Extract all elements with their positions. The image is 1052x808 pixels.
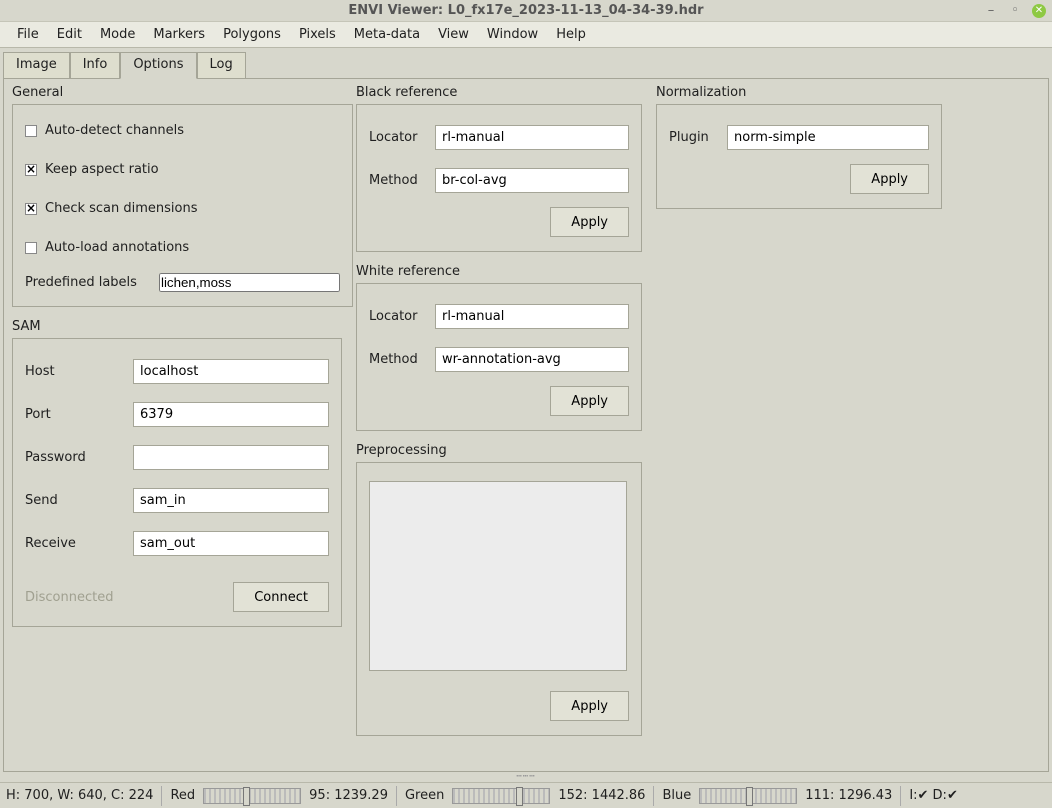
titlebar: ENVI Viewer: L0_fx17e_2023-11-13_04-34-3… bbox=[0, 0, 1052, 21]
menu-file[interactable]: File bbox=[8, 24, 48, 45]
menu-view[interactable]: View bbox=[429, 24, 478, 45]
sam-group: Host Port Password Send Receive Disconne… bbox=[12, 338, 342, 627]
password-label: Password bbox=[25, 450, 133, 465]
predefined-labels-input[interactable] bbox=[159, 273, 340, 292]
window-title: ENVI Viewer: L0_fx17e_2023-11-13_04-34-3… bbox=[348, 3, 703, 18]
status-red-label: Red bbox=[170, 788, 195, 803]
black-ref-group: Locator Method Apply bbox=[356, 104, 642, 252]
menu-help[interactable]: Help bbox=[547, 24, 595, 45]
sam-title: SAM bbox=[12, 319, 342, 334]
status-blue-label: Blue bbox=[662, 788, 691, 803]
preproc-title: Preprocessing bbox=[356, 443, 642, 458]
receive-label: Receive bbox=[25, 536, 133, 551]
black-locator-label: Locator bbox=[369, 130, 435, 145]
black-ref-title: Black reference bbox=[356, 85, 642, 100]
menu-mode[interactable]: Mode bbox=[91, 24, 144, 45]
checkbox-label: Auto-detect channels bbox=[45, 123, 184, 138]
menu-window[interactable]: Window bbox=[478, 24, 547, 45]
menu-edit[interactable]: Edit bbox=[48, 24, 91, 45]
tabbar: Image Info Options Log bbox=[3, 51, 1049, 78]
norm-title: Normalization bbox=[656, 85, 942, 100]
general-title: General bbox=[12, 85, 342, 100]
menu-pixels[interactable]: Pixels bbox=[290, 24, 345, 45]
close-icon[interactable]: ✕ bbox=[1032, 4, 1046, 18]
checkbox-auto-load[interactable]: Auto-load annotations bbox=[25, 240, 340, 255]
minimize-icon[interactable]: – bbox=[984, 4, 998, 18]
norm-plugin-input[interactable] bbox=[727, 125, 929, 150]
white-locator-input[interactable] bbox=[435, 304, 629, 329]
tab-info[interactable]: Info bbox=[70, 52, 121, 79]
norm-group: Plugin Apply bbox=[656, 104, 942, 209]
statusbar: H: 700, W: 640, C: 224 Red 95: 1239.29 G… bbox=[0, 782, 1052, 808]
maximize-icon[interactable]: ◦ bbox=[1008, 4, 1022, 18]
black-method-label: Method bbox=[369, 173, 435, 188]
white-locator-label: Locator bbox=[369, 309, 435, 324]
white-ref-title: White reference bbox=[356, 264, 642, 279]
host-label: Host bbox=[25, 364, 133, 379]
green-slider[interactable] bbox=[452, 788, 550, 804]
tab-options-page: General Auto-detect channels Keep aspect… bbox=[3, 78, 1049, 772]
checkbox-label: Auto-load annotations bbox=[45, 240, 189, 255]
menu-polygons[interactable]: Polygons bbox=[214, 24, 290, 45]
tab-log[interactable]: Log bbox=[197, 52, 246, 79]
menu-metadata[interactable]: Meta-data bbox=[345, 24, 429, 45]
window-controls: – ◦ ✕ bbox=[984, 4, 1046, 18]
red-slider[interactable] bbox=[203, 788, 301, 804]
status-io: I:✔ D:✔ bbox=[909, 788, 958, 803]
tab-image[interactable]: Image bbox=[3, 52, 70, 79]
checkbox-icon bbox=[25, 164, 37, 176]
host-input[interactable] bbox=[133, 359, 329, 384]
tab-options[interactable]: Options bbox=[120, 52, 196, 79]
port-label: Port bbox=[25, 407, 133, 422]
black-method-input[interactable] bbox=[435, 168, 629, 193]
sam-status: Disconnected bbox=[25, 590, 113, 605]
white-method-input[interactable] bbox=[435, 347, 629, 372]
checkbox-check-scan[interactable]: Check scan dimensions bbox=[25, 201, 340, 216]
norm-apply-button[interactable]: Apply bbox=[850, 164, 929, 194]
password-input[interactable] bbox=[133, 445, 329, 470]
port-input[interactable] bbox=[133, 402, 329, 427]
status-green-value: 152: 1442.86 bbox=[558, 788, 645, 803]
menubar: File Edit Mode Markers Polygons Pixels M… bbox=[0, 21, 1052, 48]
checkbox-auto-detect[interactable]: Auto-detect channels bbox=[25, 123, 340, 138]
checkbox-icon bbox=[25, 203, 37, 215]
send-label: Send bbox=[25, 493, 133, 508]
receive-input[interactable] bbox=[133, 531, 329, 556]
black-apply-button[interactable]: Apply bbox=[550, 207, 629, 237]
preproc-apply-button[interactable]: Apply bbox=[550, 691, 629, 721]
white-ref-group: Locator Method Apply bbox=[356, 283, 642, 431]
blue-slider[interactable] bbox=[699, 788, 797, 804]
black-locator-input[interactable] bbox=[435, 125, 629, 150]
checkbox-label: Keep aspect ratio bbox=[45, 162, 159, 177]
general-group: Auto-detect channels Keep aspect ratio C… bbox=[12, 104, 353, 307]
grip-handle[interactable]: ┅┅┅ bbox=[0, 772, 1052, 782]
predefined-labels-label: Predefined labels bbox=[25, 275, 159, 290]
checkbox-label: Check scan dimensions bbox=[45, 201, 198, 216]
white-apply-button[interactable]: Apply bbox=[550, 386, 629, 416]
status-dims: H: 700, W: 640, C: 224 bbox=[6, 788, 153, 803]
status-red-value: 95: 1239.29 bbox=[309, 788, 388, 803]
status-green-label: Green bbox=[405, 788, 444, 803]
checkbox-icon bbox=[25, 125, 37, 137]
menu-markers[interactable]: Markers bbox=[144, 24, 214, 45]
checkbox-keep-aspect[interactable]: Keep aspect ratio bbox=[25, 162, 340, 177]
norm-plugin-label: Plugin bbox=[669, 130, 727, 145]
status-blue-value: 111: 1296.43 bbox=[805, 788, 892, 803]
preproc-group: Apply bbox=[356, 462, 642, 736]
preproc-list[interactable] bbox=[369, 481, 627, 671]
white-method-label: Method bbox=[369, 352, 435, 367]
checkbox-icon bbox=[25, 242, 37, 254]
send-input[interactable] bbox=[133, 488, 329, 513]
connect-button[interactable]: Connect bbox=[233, 582, 329, 612]
